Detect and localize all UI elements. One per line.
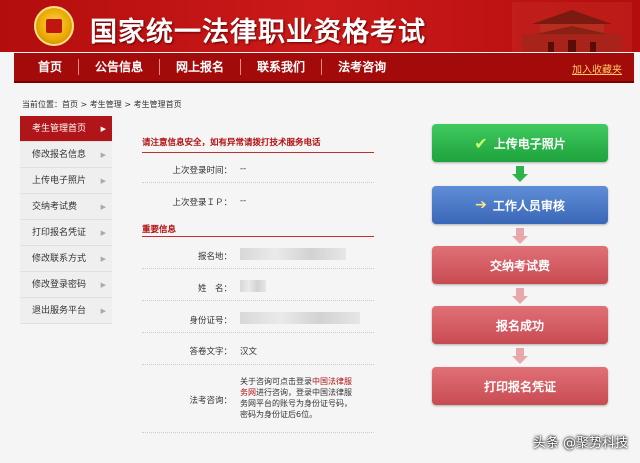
triangle-right-icon: ▶ — [100, 307, 106, 315]
triangle-right-icon: ▶ — [100, 151, 106, 159]
exam-consult-label: 法考咨询： — [189, 396, 232, 406]
nav-contact-us[interactable]: 联系我们 — [241, 52, 321, 82]
divider — [142, 152, 374, 153]
sidebar-item-pay-fee[interactable]: 交纳考试费 ▶ — [20, 194, 112, 220]
sidebar-item-home[interactable]: 考生管理首页 ▶ — [20, 116, 112, 142]
redacted-registration-place — [240, 248, 346, 260]
consult-text-prefix: 关于咨询可点击登录 — [240, 377, 312, 386]
last-login-time-label: 上次登录时间： — [172, 166, 232, 176]
triangle-right-icon: ▶ — [100, 203, 106, 211]
main-nav: 首页 公告信息 网上报名 联系我们 法考咨询 加入收藏夹 — [14, 53, 634, 83]
sidebar-item-label: 修改联系方式 — [32, 254, 87, 264]
sidebar-item-label: 上传电子照片 — [32, 176, 87, 186]
sidebar-item-label: 退出服务平台 — [32, 306, 87, 316]
add-favorite-link[interactable]: 加入收藏夹 — [572, 61, 622, 76]
divider — [142, 432, 374, 433]
arrow-right-icon: ➔ — [475, 197, 487, 213]
id-number-label: 身份证号： — [189, 316, 232, 326]
step-label: 打印报名凭证 — [483, 379, 556, 394]
redacted-id-number — [240, 312, 360, 324]
divider — [142, 364, 374, 365]
sidebar-item-print-voucher[interactable]: 打印报名凭证 ▶ — [20, 220, 112, 246]
name-label: 姓 名： — [197, 284, 232, 294]
divider — [142, 268, 374, 269]
sidebar-item-label: 考生管理首页 — [32, 124, 87, 134]
divider — [142, 182, 374, 183]
sidebar-item-change-password[interactable]: 修改登录密码 ▶ — [20, 272, 112, 298]
sidebar-item-edit-registration[interactable]: 修改报名信息 ▶ — [20, 142, 112, 168]
sidebar-item-edit-contact[interactable]: 修改联系方式 ▶ — [20, 246, 112, 272]
sidebar: 考生管理首页 ▶ 修改报名信息 ▶ 上传电子照片 ▶ 交纳考试费 ▶ 打印报名凭证 ▶ 修… — [20, 116, 112, 324]
divider — [142, 236, 374, 237]
last-login-ip-value: -- — [240, 196, 247, 206]
nav-online-registration[interactable]: 网上报名 — [160, 52, 240, 82]
breadcrumb: 当前位置：首页 > 考生管理 > 考生管理首页 — [22, 100, 182, 109]
registration-place-label: 报名地： — [197, 252, 232, 262]
main-panel: 请注意信息安全，如有异常请拨打技术服务电话 上次登录时间： -- 上次登录ＩＰ：… — [132, 116, 378, 438]
sidebar-item-logout[interactable]: 退出服务平台 ▶ — [20, 298, 112, 324]
sidebar-item-label: 修改报名信息 — [32, 150, 87, 160]
section-title: 重要信息 — [142, 225, 177, 235]
step-pay-fee[interactable]: 交纳考试费 — [432, 246, 608, 284]
step-label: 工作人员审核 — [492, 198, 565, 213]
step-upload-photo[interactable]: ✔ 上传电子照片 — [432, 124, 608, 162]
arrow-down-icon — [512, 288, 528, 306]
triangle-right-icon: ▶ — [100, 229, 106, 237]
sidebar-item-label: 交纳考试费 — [32, 202, 78, 212]
arrow-down-icon — [512, 228, 528, 246]
divider — [142, 332, 374, 333]
nav-home[interactable]: 首页 — [14, 52, 78, 82]
checkmark-icon: ✔ — [474, 133, 488, 153]
triangle-right-icon: ▶ — [100, 255, 106, 263]
watermark: 头条 @聚势科技 — [532, 436, 628, 451]
last-login-time-value: -- — [240, 164, 247, 174]
sidebar-item-label: 修改登录密码 — [32, 280, 87, 290]
triangle-right-icon: ▶ — [100, 125, 106, 133]
step-print-voucher[interactable]: 打印报名凭证 — [432, 367, 608, 405]
nav-exam-consult[interactable]: 法考咨询 — [322, 52, 402, 82]
consult-text-suffix: 进行咨询，登录中国法律服务网平台的账号为身份证号码，密码为身份证后6位。 — [240, 388, 352, 419]
divider — [142, 300, 374, 301]
sidebar-item-upload-photo[interactable]: 上传电子照片 ▶ — [20, 168, 112, 194]
site-title: 国家统一法律职业资格考试 — [90, 17, 426, 48]
security-notice: 请注意信息安全，如有异常请拨打技术服务电话 — [142, 138, 321, 148]
answer-language-value: 汉文 — [240, 347, 258, 357]
national-emblem-icon — [34, 6, 74, 46]
last-login-ip-label: 上次登录ＩＰ： — [172, 198, 232, 208]
exam-consult-text: 关于咨询可点击登录中国法律服务网进行咨询，登录中国法律服务网平台的账号为身份证号… — [240, 376, 358, 420]
nav-announcements[interactable]: 公告信息 — [79, 52, 159, 82]
answer-language-label: 答卷文字： — [189, 347, 232, 357]
step-label: 交纳考试费 — [489, 258, 550, 273]
sidebar-item-label: 打印报名凭证 — [32, 228, 87, 238]
step-registration-success[interactable]: 报名成功 — [432, 306, 608, 344]
step-staff-review[interactable]: ➔ 工作人员审核 — [432, 186, 608, 224]
site-header: 国家统一法律职业资格考试 — [0, 0, 640, 52]
step-label: 上传电子照片 — [493, 136, 566, 151]
arrow-down-icon — [512, 348, 528, 366]
triangle-right-icon: ▶ — [100, 281, 106, 289]
triangle-right-icon: ▶ — [100, 177, 106, 185]
step-label: 报名成功 — [495, 318, 544, 333]
redacted-name — [240, 280, 266, 292]
tiananmen-gate-icon — [512, 2, 632, 52]
arrow-down-icon — [512, 166, 528, 184]
page: 国家统一法律职业资格考试 首页 公告信息 网上报名 联系我们 法考咨询 加入收藏… — [0, 0, 640, 463]
